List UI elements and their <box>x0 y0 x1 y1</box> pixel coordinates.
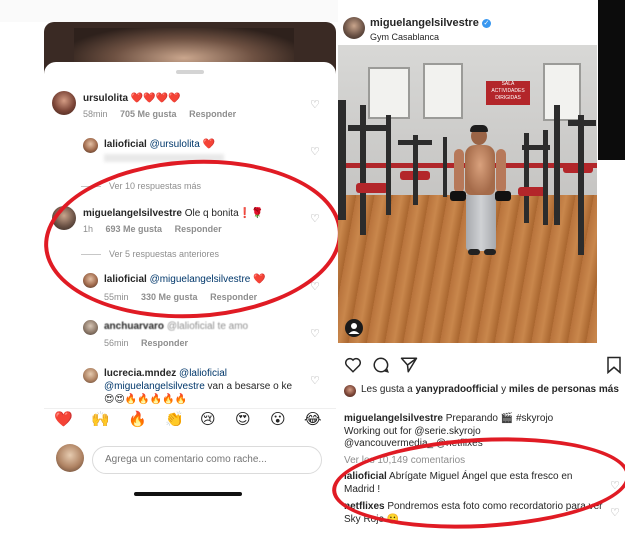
like-heart-icon[interactable]: ♡ <box>310 374 320 387</box>
post-location[interactable]: Gym Casablanca <box>370 32 439 42</box>
likes-line: Les gusta a yanypradoofficial y miles de… <box>361 384 619 395</box>
post-photo[interactable]: SALA ACTIVIDADES DIRIGIDAS <box>338 45 597 343</box>
like-heart-icon[interactable] <box>344 356 362 377</box>
comment-time: 58min <box>83 109 108 119</box>
emoji-quick-bar <box>44 408 336 433</box>
comment-username[interactable]: ursulolita <box>83 93 128 104</box>
comment-body: van a besarse o ke <box>207 381 293 392</box>
emoji-raised-hands[interactable]: 🙌 <box>91 411 110 429</box>
comment-text: lucrecia.mndez @lalioficial @miguelangel… <box>104 367 314 406</box>
emoji-heart-eyes[interactable]: 😍 <box>235 411 251 429</box>
comment-text: ursulolita ❤️❤️❤️❤️ <box>83 92 293 105</box>
reply-button[interactable]: Responder <box>189 109 236 119</box>
like-heart-icon[interactable]: ♡ <box>610 506 620 519</box>
dark-edge <box>598 0 625 160</box>
reply-button[interactable]: Responder <box>141 338 188 348</box>
like-heart-icon[interactable]: ♡ <box>310 98 320 111</box>
emoji-clap[interactable]: 👏 <box>165 411 184 429</box>
home-indicator <box>134 492 242 496</box>
like-heart-icon[interactable]: ♡ <box>310 145 320 158</box>
emoji-fire[interactable]: 🔥 <box>128 411 147 429</box>
avatar[interactable] <box>52 91 76 115</box>
emoji-cry[interactable]: 😢 <box>200 411 216 429</box>
comment-mention[interactable]: @ursulolita <box>150 139 200 150</box>
caption-line-2: Working out for @serie.skyrojo <box>344 425 481 437</box>
emoji-laugh[interactable]: 😂 <box>304 411 322 429</box>
avatar[interactable] <box>83 368 98 383</box>
likes-rest[interactable]: miles de personas más <box>509 384 619 395</box>
comment-meta: 56min Responder <box>104 338 188 348</box>
comment-time: 56min <box>104 338 129 348</box>
avatar[interactable] <box>83 320 98 335</box>
comment-text: anchuarvaro @lalioficial te amo <box>104 320 304 333</box>
comment-input[interactable] <box>103 453 317 466</box>
comment-text: lalioficial @ursulolita ❤️ <box>104 138 304 151</box>
verified-badge-icon: ✓ <box>481 18 491 28</box>
comment-body: ❤️❤️❤️❤️ <box>130 93 181 104</box>
comment-input-box[interactable] <box>92 446 322 474</box>
comment-username[interactable]: lalioficial <box>104 139 147 150</box>
comment-icon[interactable] <box>372 356 390 377</box>
post-username[interactable]: miguelangelsilvestre <box>370 17 479 29</box>
like-heart-icon[interactable]: ♡ <box>310 327 320 340</box>
bookmark-icon[interactable] <box>606 356 622 377</box>
my-avatar <box>56 444 84 472</box>
status-strip <box>0 0 338 22</box>
comment-likes[interactable]: 705 Me gusta <box>120 109 177 119</box>
comment-username[interactable]: anchuarvaro <box>104 321 164 332</box>
likes-user[interactable]: yanypradoofficial <box>415 384 498 395</box>
comment-meta: 58min 705 Me gusta Responder <box>83 109 236 119</box>
post-author-avatar[interactable] <box>343 17 365 39</box>
emoji-heart[interactable]: ❤️ <box>54 411 73 429</box>
sheet-drag-handle[interactable] <box>176 70 204 74</box>
liker-avatar <box>344 385 356 397</box>
avatar[interactable] <box>83 138 98 153</box>
comment-mention-2[interactable]: @miguelangelsilvestre <box>104 381 205 392</box>
caption-text: Preparando 🎬 #skyrojo <box>445 413 554 424</box>
comment-mention[interactable]: @lalioficial <box>179 368 227 379</box>
comment-body: @lalioficial te amo <box>166 321 249 332</box>
comment-username[interactable]: lucrecia.mndez <box>104 368 176 379</box>
comment-emojis: 😍😍🔥🔥🔥🔥🔥 <box>104 394 188 405</box>
tagged-people-icon[interactable] <box>345 319 363 337</box>
caption-username[interactable]: miguelangelsilvestre <box>344 413 443 424</box>
emoji-surprised[interactable]: 😮 <box>270 411 286 429</box>
gym-sign: SALA ACTIVIDADES DIRIGIDAS <box>486 81 530 105</box>
comment-body: ❤️ <box>202 139 215 150</box>
share-icon[interactable] <box>400 356 418 377</box>
post-author-line: miguelangelsilvestre ✓ <box>370 17 491 29</box>
